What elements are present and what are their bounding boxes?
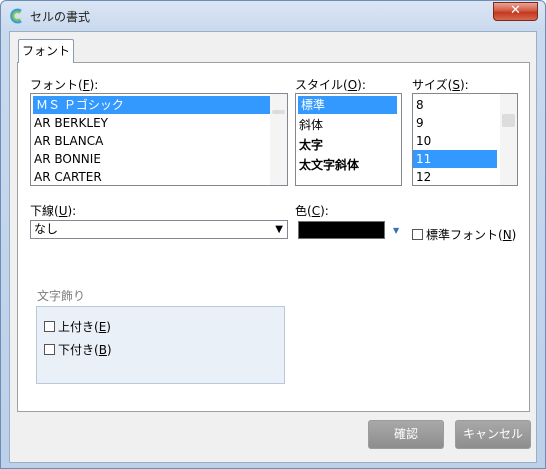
list-item[interactable]: AR BERKLEY: [31, 114, 287, 132]
color-swatch[interactable]: [297, 220, 386, 240]
size-scrollbar[interactable]: [500, 94, 517, 185]
ok-button[interactable]: 確認: [368, 420, 444, 449]
size-label: サイズ(S):: [412, 78, 469, 92]
font-panel: フォント(F): ＭＳ Ｐゴシック AR BERKLEY AR BLANCA A…: [17, 62, 530, 412]
close-icon: ✕: [510, 3, 521, 18]
scrollbar-thumb[interactable]: [272, 110, 285, 114]
effects-group-title: 文字飾り: [37, 289, 86, 303]
color-label: 色(C):: [295, 204, 329, 218]
list-item[interactable]: 標準: [298, 96, 397, 114]
close-button[interactable]: ✕: [493, 2, 538, 21]
checkbox-icon[interactable]: [44, 344, 55, 355]
tab-font[interactable]: フォント: [18, 39, 74, 63]
window-title: セルの書式: [30, 10, 91, 24]
style-listbox[interactable]: 標準 斜体 太字 太文字斜体: [295, 93, 402, 186]
chevron-down-icon: ▼: [275, 224, 283, 235]
chevron-down-icon[interactable]: ▼: [393, 226, 399, 235]
list-item[interactable]: ＭＳ Ｐゴシック: [33, 96, 281, 114]
underline-label: 下線(U):: [30, 204, 77, 218]
font-listbox[interactable]: ＭＳ Ｐゴシック AR BERKLEY AR BLANCA AR BONNIE …: [30, 93, 288, 186]
cancel-button[interactable]: キャンセル: [455, 420, 531, 449]
title-bar[interactable]: セルの書式 ✕: [1, 1, 545, 29]
list-item[interactable]: 太文字斜体: [296, 156, 401, 174]
font-label: フォント(F):: [30, 78, 99, 92]
standard-font-checkbox[interactable]: 標準フォント(N): [412, 226, 516, 243]
list-item[interactable]: AR CARTER: [31, 168, 287, 185]
list-item[interactable]: AR BONNIE: [31, 150, 287, 168]
effects-group: 上付き(E) 下付き(B): [36, 306, 285, 384]
underline-value: なし: [34, 222, 59, 236]
underline-select[interactable]: なし ▼: [30, 220, 288, 239]
list-item[interactable]: 11: [413, 150, 497, 168]
app-logo-icon: [10, 8, 22, 24]
subscript-checkbox[interactable]: 下付き(B): [44, 341, 112, 358]
list-item[interactable]: 斜体: [296, 116, 401, 134]
checkbox-icon[interactable]: [44, 321, 55, 332]
size-listbox[interactable]: 8 9 10 11 12: [412, 93, 518, 186]
superscript-checkbox[interactable]: 上付き(E): [44, 318, 111, 335]
dialog-client: フォント フォント(F): ＭＳ Ｐゴシック AR BERKLEY AR BLA…: [9, 31, 537, 463]
list-item[interactable]: AR BLANCA: [31, 132, 287, 150]
font-scrollbar[interactable]: [270, 94, 287, 185]
scrollbar-thumb[interactable]: [502, 114, 515, 127]
list-item[interactable]: 太字: [296, 136, 401, 154]
checkbox-icon[interactable]: [412, 229, 423, 240]
dialog-window: セルの書式 ✕ フォント フォント(F): ＭＳ Ｐゴシック AR BERKLE…: [0, 0, 546, 469]
style-label: スタイル(O):: [295, 78, 366, 92]
